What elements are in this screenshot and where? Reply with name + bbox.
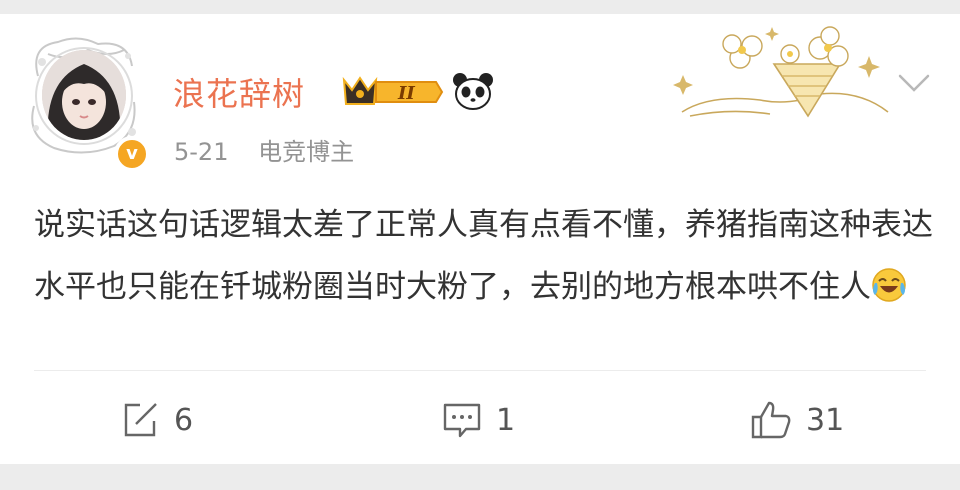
comment-count: 1: [496, 402, 516, 438]
avatar-portrait: [42, 50, 126, 140]
laugh-cry-emoji: [872, 268, 906, 302]
like-icon: [751, 401, 791, 439]
divider: [34, 370, 926, 371]
comment-icon: [443, 403, 481, 438]
post-content: 说实话这句话逻辑太差了正常人真有点看不懂，养猪指南这种表达水平也只能在钎城粉圈当…: [34, 194, 934, 318]
like-count: 31: [806, 402, 845, 438]
weibo-post-card: v 浪花辞树 II 5-21 电竞博主 说实话这句话逻辑太差了正常人真有点看不懂…: [0, 14, 960, 464]
verified-badge: v: [114, 136, 150, 172]
user-tag: 电竞博主: [258, 138, 355, 166]
avatar[interactable]: [42, 50, 126, 140]
post-meta: 5-21 电竞博主: [174, 132, 354, 167]
post-text: 说实话这句话逻辑太差了正常人真有点看不懂，养猪指南这种表达水平也只能在钎城粉圈当…: [34, 207, 933, 305]
vip-level-text: II: [397, 83, 415, 104]
like-button[interactable]: 31: [750, 398, 844, 442]
panda-icon: [453, 73, 493, 110]
avatar-container[interactable]: v: [28, 36, 150, 172]
comment-button[interactable]: 1: [442, 398, 515, 442]
username[interactable]: 浪花辞树: [173, 69, 305, 115]
post-date: 5-21: [174, 138, 229, 166]
repost-count: 6: [174, 402, 194, 438]
flower-bouquet-decoration: [673, 26, 889, 118]
repost-icon: [124, 403, 157, 437]
vip-crown-badge-icon[interactable]: II: [340, 74, 444, 110]
repost-button[interactable]: 6: [120, 398, 193, 442]
chevron-down-icon[interactable]: [896, 68, 932, 98]
